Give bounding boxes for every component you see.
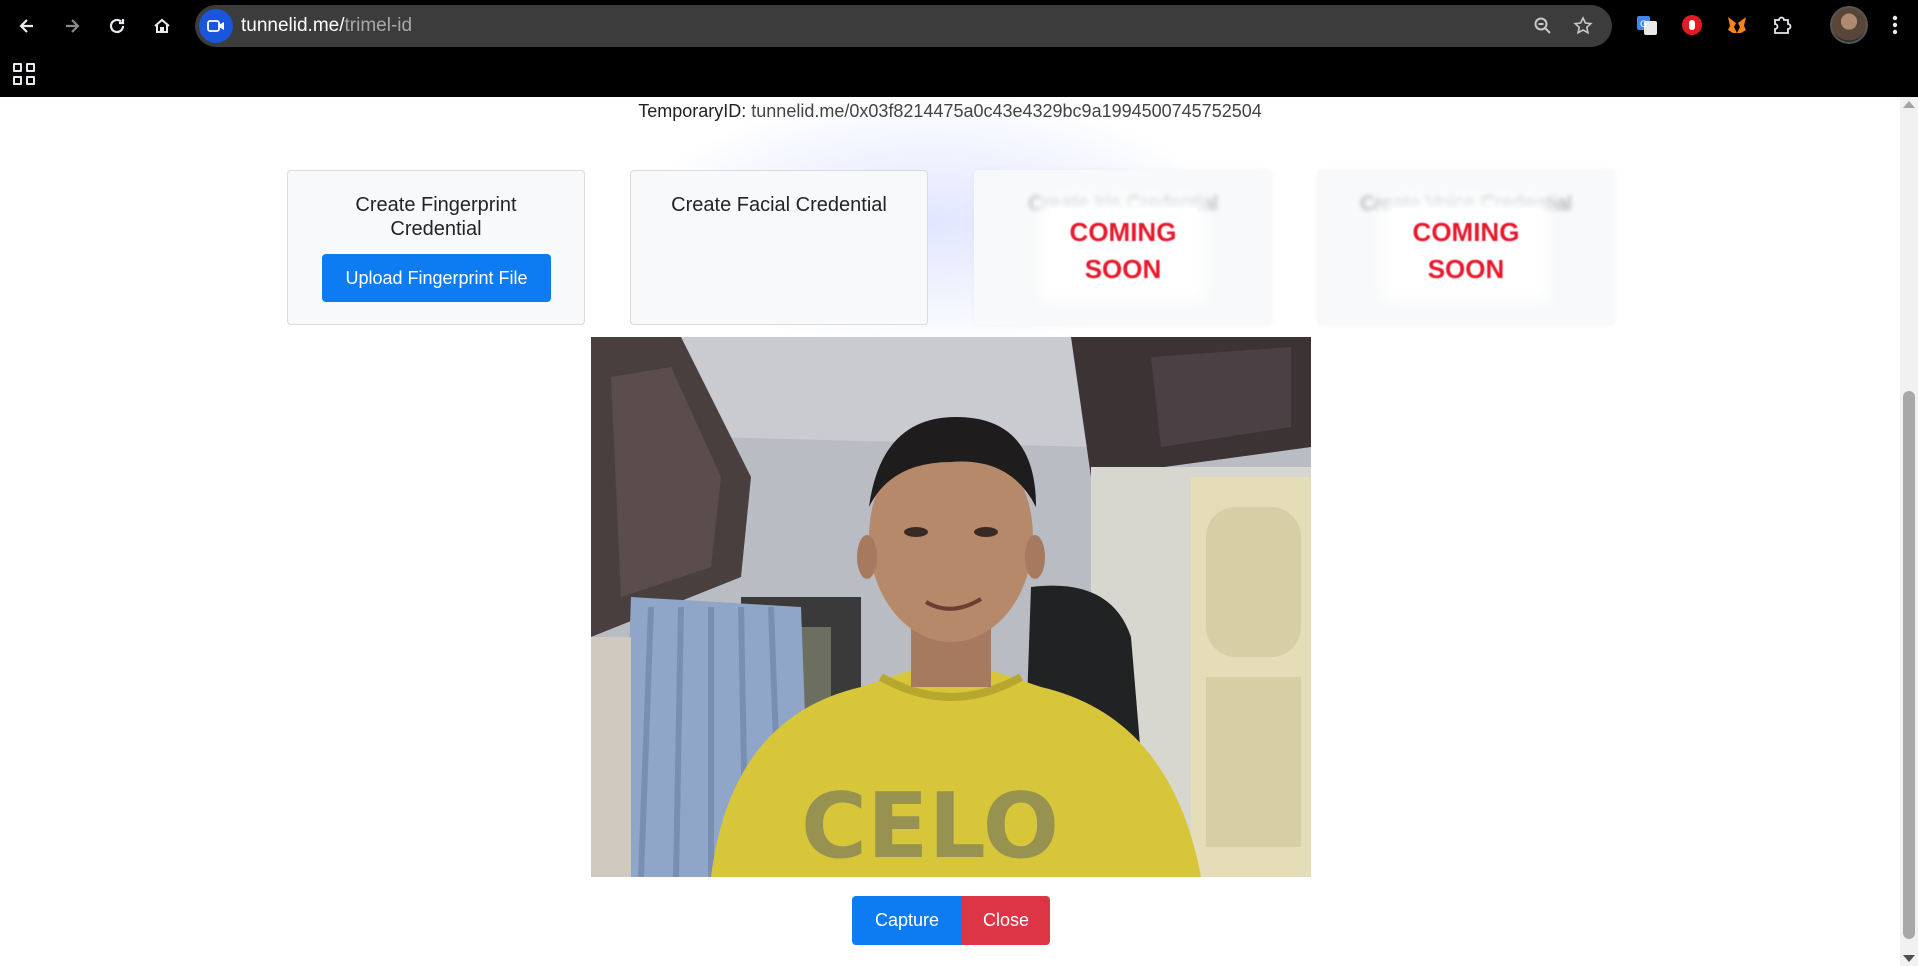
reload-icon[interactable]: [100, 9, 134, 43]
browser-toolbar: tunnelid.me/trimel-id G: [0, 0, 1918, 51]
fingerprint-credential-card: Create Fingerprint Credential Upload Fin…: [287, 170, 585, 325]
bookmarks-bar: [0, 51, 1918, 97]
coming-soon-line2: SOON: [1427, 253, 1505, 284]
url-host: tunnelid.me/: [241, 15, 345, 36]
home-icon[interactable]: [145, 9, 179, 43]
facial-credential-card[interactable]: Create Facial Credential: [630, 170, 928, 325]
adblock-extension-icon[interactable]: [1677, 10, 1707, 40]
coming-soon-badge: COMING SOON: [1392, 208, 1540, 293]
capture-button[interactable]: Capture: [852, 896, 962, 945]
profile-avatar[interactable]: [1830, 6, 1868, 44]
page-content: TemporaryID: tunnelid.me/0x03f8214475a0c…: [0, 97, 1900, 966]
temporary-id-value: tunnelid.me/0x03f8214475a0c43e4329bc9a19…: [751, 101, 1262, 121]
extensions-puzzle-icon[interactable]: [1767, 10, 1797, 40]
back-icon[interactable]: [10, 9, 44, 43]
coming-soon-line1: COMING: [1069, 216, 1177, 247]
camera-site-icon[interactable]: [199, 9, 233, 43]
fingerprint-card-title: Create Fingerprint Credential: [355, 194, 517, 240]
upload-fingerprint-button[interactable]: Upload Fingerprint File: [322, 254, 551, 302]
address-bar[interactable]: tunnelid.me/trimel-id: [195, 5, 1612, 47]
facial-card-title: Create Facial Credential: [671, 194, 887, 216]
page-scrollbar[interactable]: [1900, 97, 1918, 966]
temporary-id-label: TemporaryID:: [638, 101, 747, 121]
star-icon[interactable]: [1569, 12, 1597, 40]
apps-grid-icon[interactable]: [11, 61, 37, 87]
metamask-extension-icon[interactable]: [1722, 10, 1752, 40]
svg-text:G: G: [1640, 20, 1647, 30]
iris-credential-card: Create Iris Credential COMING SOON: [974, 170, 1272, 325]
close-button[interactable]: Close: [962, 896, 1050, 945]
coming-soon-line1: COMING: [1412, 216, 1520, 247]
scrollbar-thumb[interactable]: [1903, 391, 1915, 939]
menu-kebab-icon[interactable]: [1880, 10, 1910, 40]
scroll-up-arrow-icon[interactable]: [1903, 101, 1915, 108]
translate-extension-icon[interactable]: G: [1632, 10, 1662, 40]
forward-icon[interactable]: [55, 9, 89, 43]
voice-credential-card: Create Voice Credential COMING SOON: [1317, 170, 1615, 325]
coming-soon-badge: COMING SOON: [1049, 208, 1197, 293]
svg-text:CELO: CELO: [801, 774, 1059, 877]
coming-soon-line2: SOON: [1084, 253, 1162, 284]
url-text[interactable]: tunnelid.me/trimel-id: [241, 15, 412, 37]
scroll-down-arrow-icon[interactable]: [1903, 955, 1915, 962]
webcam-preview: CELO: [591, 337, 1311, 877]
zoom-icon[interactable]: [1529, 12, 1557, 40]
url-path: trimel-id: [344, 15, 413, 36]
temporary-id: TemporaryID: tunnelid.me/0x03f8214475a0c…: [0, 101, 1900, 122]
